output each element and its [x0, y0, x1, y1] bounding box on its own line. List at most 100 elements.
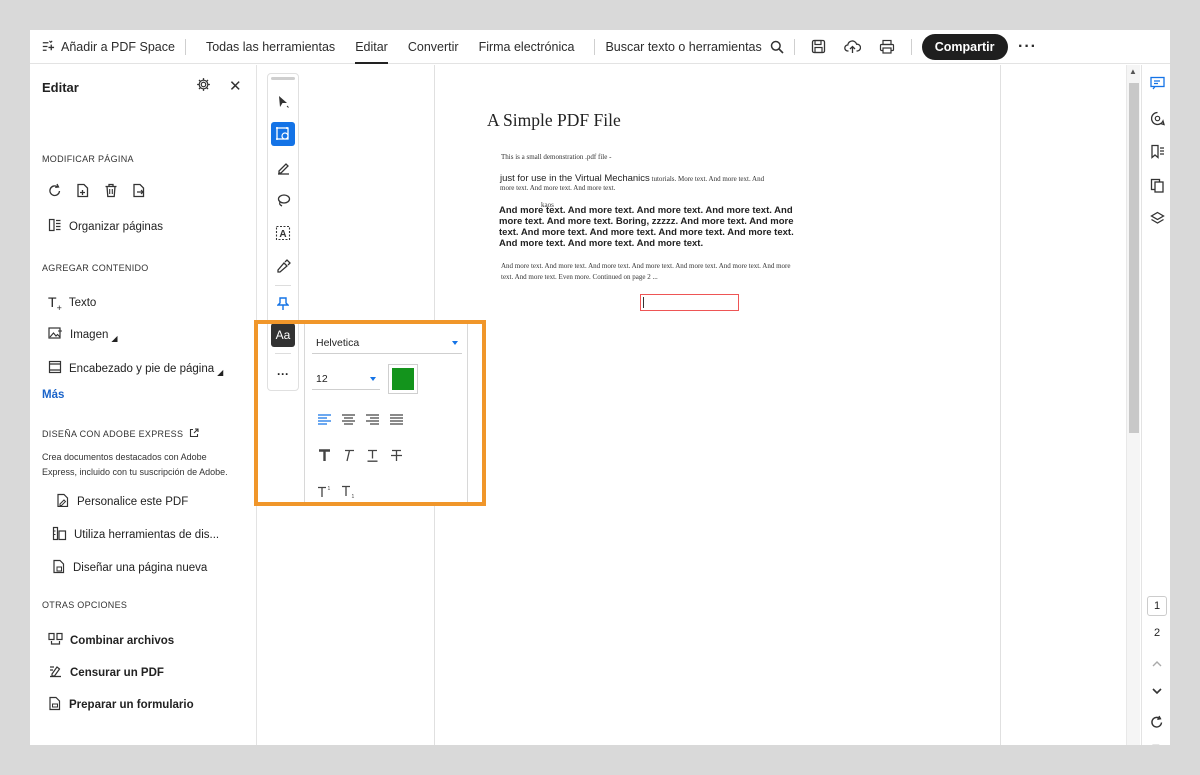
divider: [793, 38, 795, 55]
cloud-upload-icon[interactable]: [839, 33, 867, 61]
design-tools-icon: [52, 526, 67, 544]
pdf-page: A Simple PDF File This is a small demons…: [436, 65, 1001, 745]
scroll-up-icon[interactable]: ▲: [1129, 67, 1137, 76]
pdf-line-3[interactable]: more text. And more text. And more text.: [500, 184, 615, 192]
search-icon: [770, 40, 784, 54]
rotate-icon[interactable]: [48, 183, 62, 201]
prepare-form-label: Preparar un formulario: [69, 699, 194, 711]
file-info-icon[interactable]: [1149, 743, 1165, 745]
add-space-label: Añadir a PDF Space: [61, 39, 175, 54]
new-page-icon: [52, 559, 66, 577]
new-page-design-button[interactable]: Diseñar una página nueva: [52, 559, 207, 577]
pdf-line-2-sans: just for use in the Virtual Mechanics: [500, 173, 650, 184]
divider: [275, 285, 291, 286]
scrollbar-thumb[interactable]: [1129, 83, 1139, 433]
more-link[interactable]: Más: [42, 389, 64, 401]
add-image-label: Imagen: [70, 329, 109, 341]
design-tools-label: Utiliza herramientas de dis...: [74, 529, 220, 541]
combine-files-icon: [48, 632, 63, 649]
combine-files-button[interactable]: Combinar archivos: [48, 632, 174, 649]
section-design: DISEÑA CON ADOBE EXPRESS: [42, 428, 199, 440]
tab-e-sign[interactable]: Firma electrónica: [469, 30, 585, 64]
pin-icon[interactable]: [271, 292, 295, 316]
save-icon[interactable]: [805, 33, 833, 61]
customize-pdf-button[interactable]: Personalice este PDF: [56, 493, 188, 510]
section-design-label: DISEÑA CON ADOBE EXPRESS: [42, 429, 184, 439]
share-button[interactable]: Compartir: [921, 33, 1008, 60]
comment-panel-icon[interactable]: [1149, 75, 1165, 91]
redact-pdf-label: Censurar un PDF: [70, 666, 164, 679]
add-text-icon: T+: [48, 294, 62, 313]
insert-page-icon[interactable]: [76, 183, 90, 201]
highlight-frame: [254, 320, 486, 506]
pdf-bold-paragraph[interactable]: And more text. And more text. And more t…: [499, 205, 799, 249]
tab-all-tools[interactable]: Todas las herramientas: [196, 30, 345, 64]
search-button[interactable]: Buscar texto o herramientas: [605, 30, 784, 64]
header-footer-label: Encabezado y pie de página: [69, 362, 215, 375]
search-label: Buscar texto o herramientas: [605, 39, 762, 54]
extract-page-icon[interactable]: [132, 183, 146, 201]
external-link-icon[interactable]: [189, 428, 199, 440]
tab-convert[interactable]: Convertir: [398, 30, 469, 64]
pdf-line-2[interactable]: just for use in the Virtual Mechanics tu…: [500, 173, 764, 184]
pdf-line-4[interactable]: And more text. And more text. And more t…: [501, 262, 790, 270]
customize-pdf-icon: [56, 493, 70, 510]
chevron-up-icon[interactable]: [1149, 656, 1165, 672]
add-to-pdf-space-button[interactable]: Añadir a PDF Space: [40, 30, 175, 64]
more-options-icon[interactable]: ···: [1014, 33, 1042, 61]
gear-icon[interactable]: [196, 77, 211, 95]
edit-panel: Editar ✕ MODIFICAR PÁGINA Organizar pági…: [30, 65, 257, 745]
section-other: OTRAS OPCIONES: [42, 600, 128, 610]
organize-pages-icon: [48, 218, 62, 235]
top-toolbar: Añadir a PDF Space Todas las herramienta…: [30, 30, 1170, 64]
tab-edit[interactable]: Editar: [345, 30, 398, 64]
highlight-pen-icon[interactable]: [271, 155, 295, 179]
add-text-button[interactable]: T+ Texto: [48, 294, 96, 313]
page-number-1[interactable]: 1: [1147, 596, 1167, 616]
submenu-corner-icon: ◢: [217, 368, 224, 377]
pdf-line-2-serif: tutorials. More text. And more text. And: [649, 175, 765, 183]
drag-handle[interactable]: [271, 77, 295, 80]
header-footer-button[interactable]: Encabezado y pie de página ◢: [48, 360, 223, 377]
new-text-box[interactable]: [640, 294, 739, 311]
layers-icon[interactable]: [1149, 210, 1165, 226]
pdf-line-5[interactable]: text. And more text. Even more. Continue…: [501, 273, 658, 281]
prepare-form-button[interactable]: Preparar un formulario: [48, 696, 194, 714]
add-space-icon: [40, 39, 55, 54]
vertical-scrollbar[interactable]: ▲: [1126, 65, 1140, 745]
close-icon[interactable]: ✕: [229, 77, 242, 95]
pdf-line-1[interactable]: This is a small demonstration .pdf file …: [501, 153, 611, 161]
lasso-icon[interactable]: [271, 188, 295, 212]
bookmark-icon[interactable]: [1149, 143, 1165, 159]
delete-page-icon[interactable]: [104, 183, 118, 201]
section-add-content: AGREGAR CONTENIDO: [42, 263, 149, 273]
comment-icon[interactable]: [1149, 110, 1165, 126]
refresh-icon[interactable]: [1149, 714, 1165, 730]
pdf-title[interactable]: A Simple PDF File: [487, 110, 621, 131]
redact-pdf-button[interactable]: Censurar un PDF: [48, 664, 164, 681]
customize-pdf-label: Personalice este PDF: [77, 495, 189, 508]
prepare-form-icon: [48, 696, 62, 714]
text-caret: [643, 297, 644, 308]
panel-title: Editar: [42, 80, 79, 95]
divider: [184, 38, 186, 55]
add-image-icon: [48, 327, 63, 343]
add-image-button[interactable]: Imagen ◢: [48, 327, 118, 343]
select-tool-icon[interactable]: [271, 90, 295, 114]
header-footer-icon: [48, 360, 62, 377]
edit-text-image-tool-icon[interactable]: [271, 122, 295, 146]
draw-sign-icon[interactable]: [271, 254, 295, 278]
design-description: Crea documentos destacados con Adobe Exp…: [42, 452, 228, 477]
pages-icon[interactable]: [1149, 177, 1165, 193]
print-icon[interactable]: [873, 33, 901, 61]
chevron-down-icon[interactable]: [1149, 683, 1165, 699]
organize-pages-button[interactable]: Organizar páginas: [48, 218, 163, 235]
right-rail: 1 2: [1141, 65, 1170, 745]
page-number-2[interactable]: 2: [1147, 623, 1167, 643]
svg-text:A: A: [279, 229, 286, 240]
acrobat-window: Añadir a PDF Space Todas las herramienta…: [30, 30, 1170, 745]
organize-pages-label: Organizar páginas: [69, 220, 163, 233]
text-box-icon[interactable]: A: [271, 221, 295, 245]
redact-icon: [48, 664, 63, 681]
design-tools-button[interactable]: Utiliza herramientas de dis...: [52, 526, 219, 544]
